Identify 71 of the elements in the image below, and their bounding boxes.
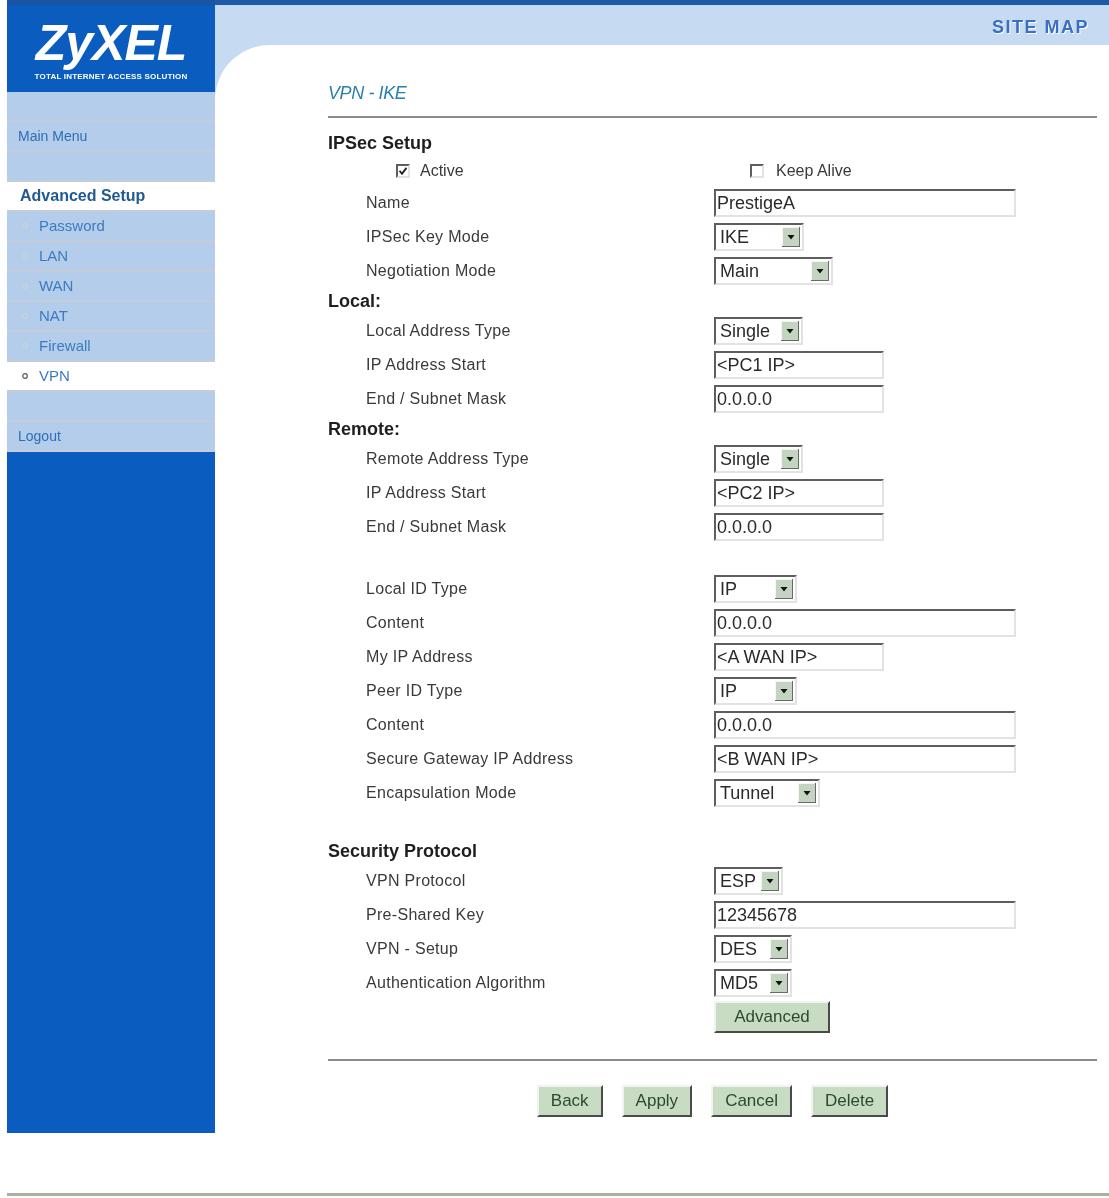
select-dropdown[interactable]: IP <box>714 575 797 603</box>
logo-text: ZyXEL <box>33 14 188 72</box>
field-label: Encapsulation Mode <box>366 784 517 801</box>
select-dropdown[interactable]: MD5 <box>714 969 792 997</box>
field-label: IP Address Start <box>366 484 487 501</box>
select-dropdown[interactable]: IP <box>714 677 797 705</box>
text-field[interactable]: <PC2 IP> <box>714 479 884 507</box>
select-dropdown[interactable]: Main <box>714 257 833 285</box>
select-dropdown[interactable]: Tunnel <box>714 779 820 807</box>
sidebar-item[interactable]: VPN <box>7 362 215 392</box>
section-heading: Remote: <box>328 417 400 441</box>
caret-icon <box>775 681 793 701</box>
select-dropdown[interactable]: Single <box>714 317 803 345</box>
field-label: Peer ID Type <box>366 682 463 699</box>
field-label: Pre-Shared Key <box>366 906 485 923</box>
field-label: IPSec Key Mode <box>366 228 490 245</box>
caret-icon <box>811 261 829 281</box>
field-label: VPN - Setup <box>366 940 459 957</box>
select-dropdown[interactable]: Single <box>714 445 803 473</box>
text-field[interactable]: 0.0.0.0 <box>714 609 1016 637</box>
select-dropdown[interactable]: DES <box>714 935 792 963</box>
section-heading: Local: <box>328 289 381 313</box>
text-field[interactable]: <B WAN IP> <box>714 745 1016 773</box>
checkbox-label: Active <box>420 161 464 181</box>
site-map-link[interactable]: SITE MAP <box>992 17 1089 37</box>
checkmark-icon <box>399 167 407 175</box>
field-label: Local Address Type <box>366 322 511 339</box>
bullet-icon <box>22 373 28 379</box>
select-dropdown[interactable]: IKE <box>714 223 804 251</box>
action-button[interactable]: Back <box>536 1085 603 1117</box>
field-label: End / Subnet Mask <box>366 518 507 535</box>
checkbox-label: Keep Alive <box>776 161 852 181</box>
action-button[interactable]: Apply <box>621 1085 693 1117</box>
action-button[interactable]: Delete <box>811 1085 889 1117</box>
form-button[interactable]: Advanced <box>714 1001 830 1033</box>
caret-icon <box>781 449 799 469</box>
text-field[interactable]: 0.0.0.0 <box>714 385 884 413</box>
caret-icon <box>781 321 799 341</box>
page-title: VPN - IKE <box>328 82 407 104</box>
caret-icon <box>770 939 788 959</box>
field-label: Name <box>366 194 410 211</box>
field-label: Secure Gateway IP Address <box>366 750 574 767</box>
field-label: IP Address Start <box>366 356 487 373</box>
section-heading: IPSec Setup <box>328 131 433 155</box>
field-label: Negotiation Mode <box>366 262 497 279</box>
caret-icon <box>761 871 779 891</box>
caret-icon <box>775 579 793 599</box>
caret-icon <box>770 973 788 993</box>
action-button[interactable]: Cancel <box>711 1085 793 1117</box>
sidebar-item[interactable]: Advanced Setup <box>7 182 215 212</box>
text-field[interactable]: 0.0.0.0 <box>714 711 1016 739</box>
text-field[interactable]: PrestigeA <box>714 189 1016 217</box>
field-label: End / Subnet Mask <box>366 390 507 407</box>
field-label: Remote Address Type <box>366 450 529 467</box>
field-label: VPN Protocol <box>366 872 466 889</box>
text-field[interactable]: <PC1 IP> <box>714 351 884 379</box>
field-label: Content <box>366 716 425 733</box>
checkbox[interactable] <box>750 164 764 178</box>
section-heading: Security Protocol <box>328 839 478 863</box>
text-field[interactable]: <A WAN IP> <box>714 643 884 671</box>
caret-icon <box>782 227 800 247</box>
field-label: Local ID Type <box>366 580 468 597</box>
logo-tagline: TOTAL INTERNET ACCESS SOLUTION <box>34 72 188 82</box>
caret-icon <box>798 783 816 803</box>
checkbox[interactable] <box>396 164 410 178</box>
field-label: Authentication Algorithm <box>366 974 546 991</box>
field-label: Content <box>366 614 425 631</box>
text-field[interactable]: 0.0.0.0 <box>714 513 884 541</box>
select-dropdown[interactable]: ESP <box>714 867 783 895</box>
text-field[interactable]: 12345678 <box>714 901 1016 929</box>
field-label: My IP Address <box>366 648 473 665</box>
